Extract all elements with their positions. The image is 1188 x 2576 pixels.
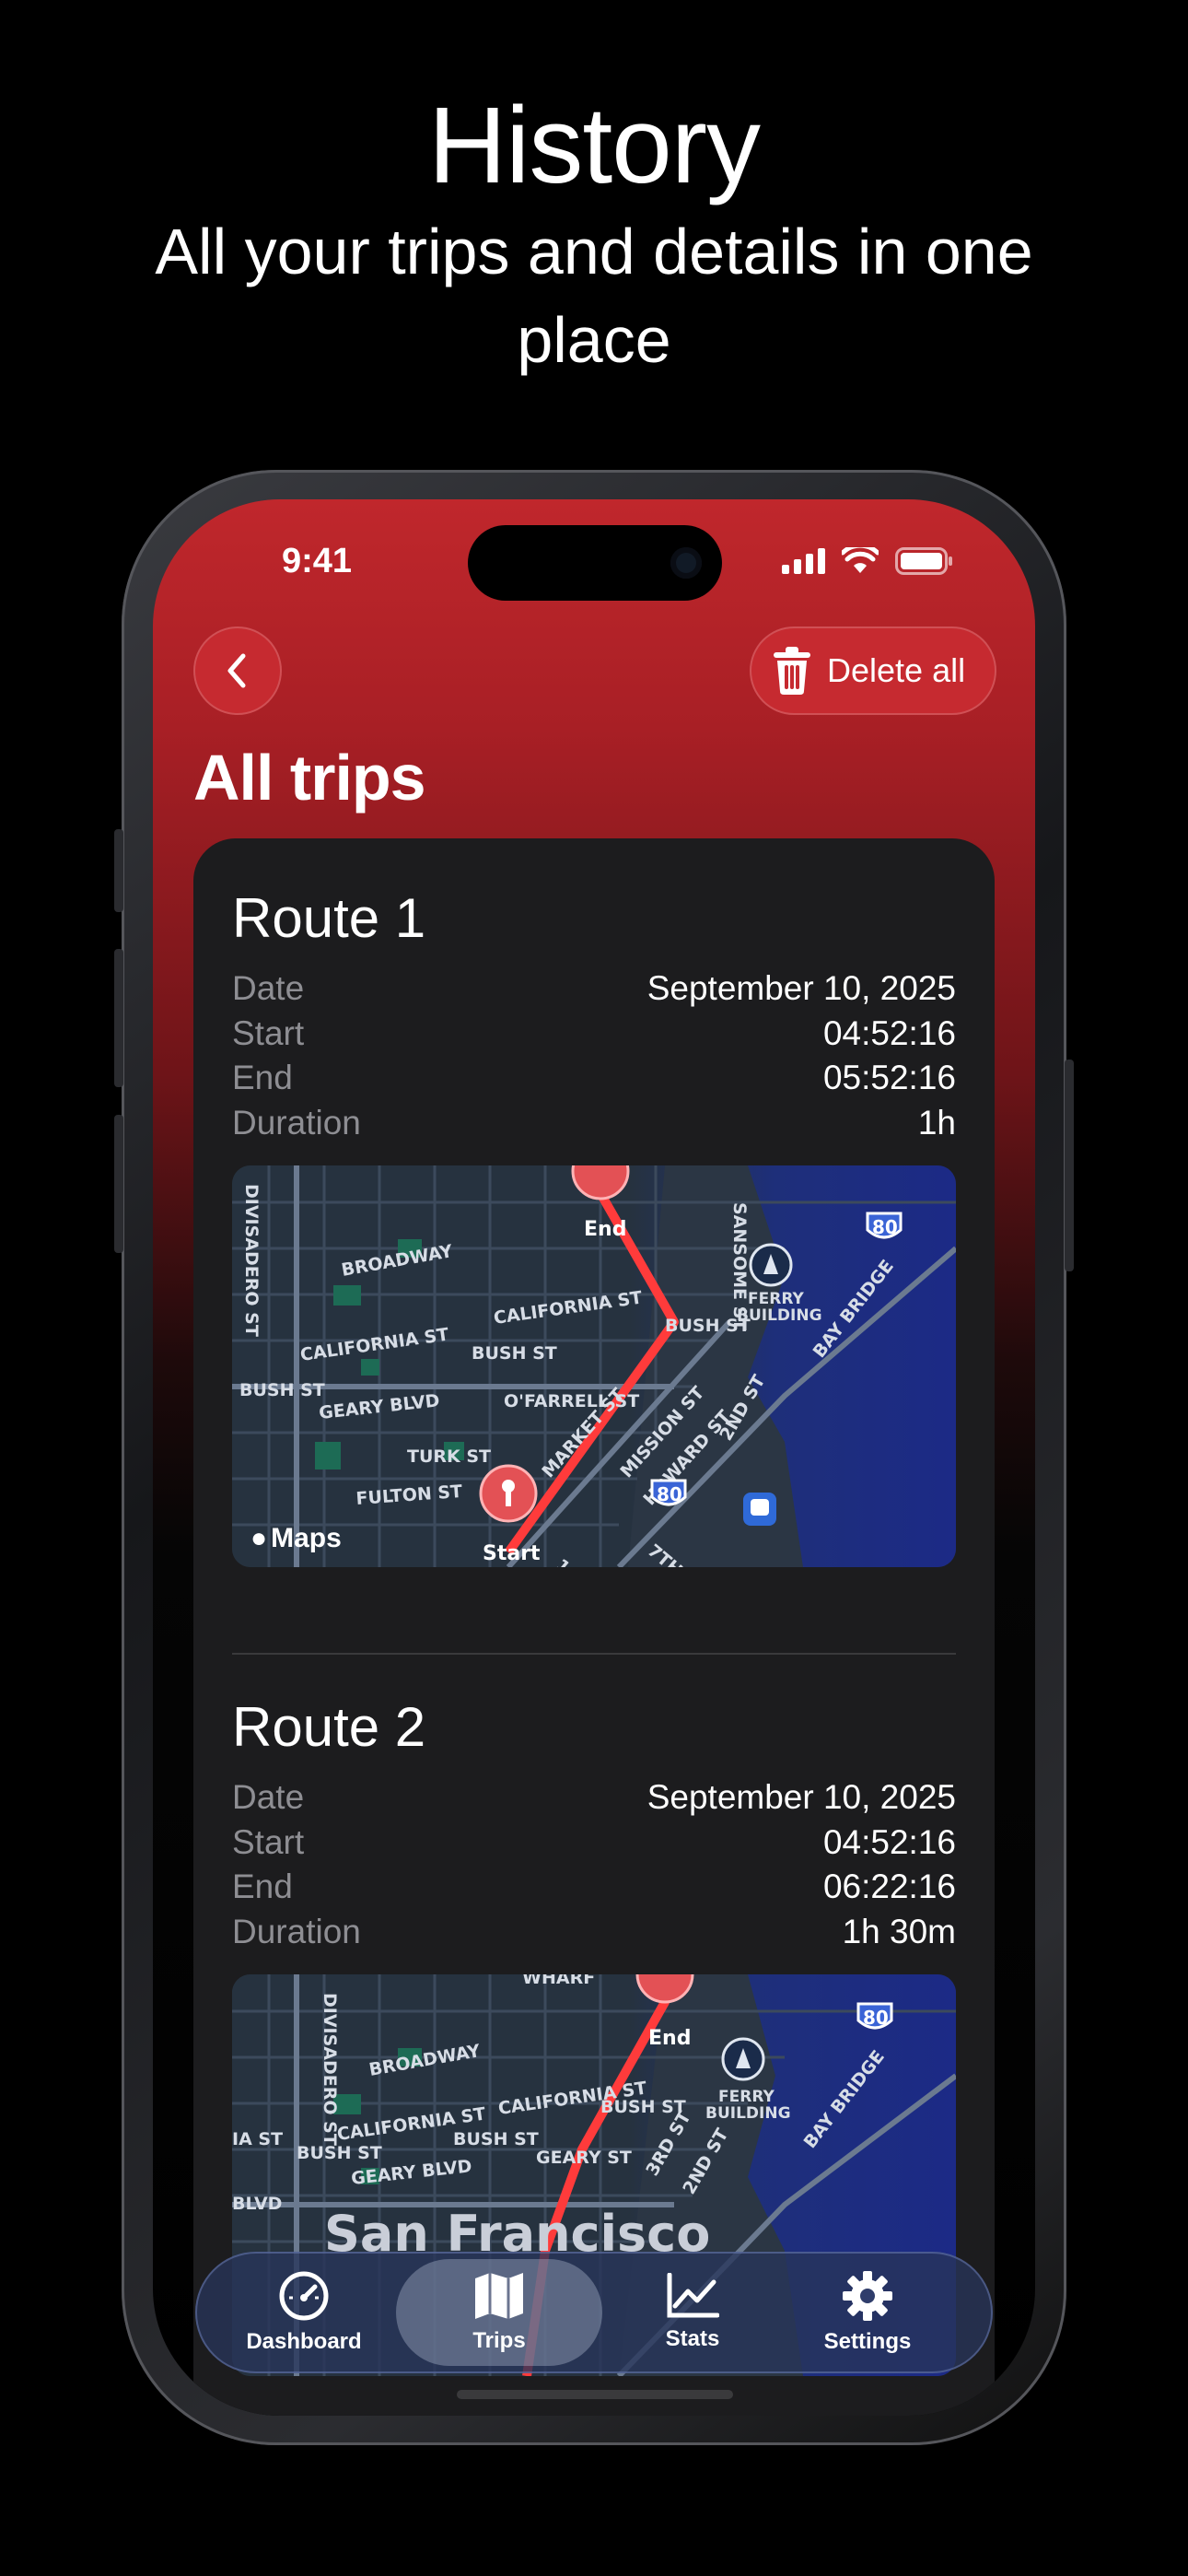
- row-value: September 10, 2025: [646, 969, 956, 1007]
- svg-text:BUILDING: BUILDING: [705, 2104, 791, 2123]
- status-time: 9:41: [282, 542, 353, 580]
- row-value: September 10, 2025: [646, 1778, 956, 1816]
- route-title: Route 2: [232, 1696, 426, 1758]
- back-button[interactable]: [193, 626, 282, 715]
- end-pin-label: End: [648, 2027, 691, 2050]
- trip-row-duration: Duration 1h 30m: [232, 1910, 956, 1955]
- row-value: 1h 30m: [842, 1912, 956, 1950]
- svg-text:BUSH ST: BUSH ST: [472, 1343, 557, 1364]
- tab-dashboard[interactable]: Dashboard: [236, 2252, 372, 2373]
- svg-text:BUSH ST: BUSH ST: [453, 2129, 539, 2149]
- tab-label: Settings: [823, 2329, 912, 2354]
- tab-label: Dashboard: [246, 2329, 362, 2354]
- trip-row-start: Start 04:52:16: [232, 1012, 956, 1057]
- chevron-left-icon: [227, 653, 246, 688]
- svg-text:TURK ST: TURK ST: [407, 1446, 491, 1467]
- trip-item[interactable]: Route 1 Date September 10, 2025 Start 04…: [232, 886, 956, 1567]
- trip-row-start: Start 04:52:16: [232, 1821, 956, 1866]
- gear-icon: [843, 2271, 892, 2321]
- chart-line-icon: [667, 2273, 719, 2318]
- svg-text:DIVISADERO ST: DIVISADERO ST: [241, 1184, 262, 1337]
- speedometer-icon: [279, 2271, 329, 2321]
- map-icon: [475, 2273, 523, 2319]
- app-screen: 9:41 Delete all All trips Route 1 Date S…: [153, 499, 1035, 2416]
- trip-row-date: Date September 10, 2025: [232, 1775, 956, 1821]
- phone-side-button: [114, 829, 123, 912]
- row-label: Duration: [232, 1912, 361, 1950]
- svg-text:80: 80: [863, 2007, 889, 2029]
- trip-row-end: End 06:22:16: [232, 1865, 956, 1910]
- svg-text:BUSH ST: BUSH ST: [297, 2143, 382, 2163]
- end-pin-label: End: [584, 1218, 626, 1241]
- tab-stats[interactable]: Stats: [628, 2252, 757, 2373]
- route-divider: [232, 1653, 956, 1655]
- wifi-icon: [842, 547, 879, 573]
- svg-text:FERRY: FERRY: [718, 2088, 775, 2106]
- row-value: 1h: [917, 1103, 956, 1142]
- cellular-signal-icon: [782, 548, 825, 574]
- row-label: Duration: [232, 1103, 361, 1142]
- route-map[interactable]: BROADWAY CALIFORNIA ST CALIFORNIA ST BUS…: [232, 1165, 956, 1567]
- row-value: 05:52:16: [822, 1059, 956, 1096]
- promo-subline: All your trips and details in one place: [155, 216, 1033, 376]
- row-value: 06:22:16: [822, 1868, 956, 1905]
- svg-text:BUILDING: BUILDING: [737, 1306, 822, 1325]
- svg-text:BLVD: BLVD: [232, 2194, 282, 2214]
- maps-attribution: Maps: [271, 1523, 342, 1553]
- phone-side-button: [114, 1115, 123, 1253]
- row-label: End: [232, 1868, 293, 1905]
- dynamic-island: [468, 525, 722, 601]
- tab-label: Stats: [665, 2326, 720, 2351]
- battery-icon: [895, 547, 952, 575]
- trip-row-date: Date September 10, 2025: [232, 966, 956, 1012]
- row-label: Date: [232, 1778, 305, 1816]
- delete-all-label: Delete all: [827, 651, 966, 689]
- svg-text:80: 80: [872, 1216, 898, 1238]
- phone-side-button: [114, 949, 123, 1087]
- svg-text:BUSH ST: BUSH ST: [239, 1380, 325, 1400]
- svg-text:IA ST: IA ST: [232, 2129, 283, 2149]
- tab-bar: Dashboard Trips Stats Settings: [195, 2252, 993, 2373]
- delete-all-button[interactable]: Delete all: [750, 626, 996, 715]
- promo-headline: History: [427, 85, 761, 206]
- row-label: Start: [232, 1013, 305, 1052]
- trip-row-duration: Duration 1h: [232, 1101, 956, 1146]
- svg-text:DIVISADERO ST: DIVISADERO ST: [320, 1993, 340, 2146]
- apple-maps-logo: ● Maps: [250, 1523, 342, 1554]
- svg-text:FERRY: FERRY: [748, 1290, 804, 1308]
- trips-card: Route 1 Date September 10, 2025 Start 04…: [193, 838, 995, 2416]
- trash-icon: [774, 647, 810, 695]
- svg-text:WHARF: WHARF: [522, 1974, 595, 1988]
- tab-settings[interactable]: Settings: [803, 2252, 932, 2373]
- status-icons: [782, 547, 954, 575]
- row-value: 04:52:16: [822, 1013, 956, 1052]
- apple-logo-icon: ●: [250, 1523, 268, 1553]
- row-value: 04:52:16: [822, 1822, 956, 1861]
- row-label: Date: [232, 969, 305, 1007]
- row-label: End: [232, 1059, 293, 1096]
- home-indicator: [457, 2390, 733, 2399]
- phone-side-button: [1065, 1060, 1074, 1271]
- start-pin-label: Start: [483, 1542, 541, 1565]
- tab-trips[interactable]: Trips: [396, 2259, 602, 2366]
- trip-row-end: End 05:52:16: [232, 1056, 956, 1101]
- tab-label: Trips: [472, 2328, 526, 2353]
- svg-text:80: 80: [657, 1483, 682, 1505]
- row-label: Start: [232, 1822, 305, 1861]
- page-title: All trips: [193, 742, 426, 814]
- route-title: Route 1: [232, 887, 426, 949]
- svg-text:GEARY ST: GEARY ST: [536, 2148, 632, 2168]
